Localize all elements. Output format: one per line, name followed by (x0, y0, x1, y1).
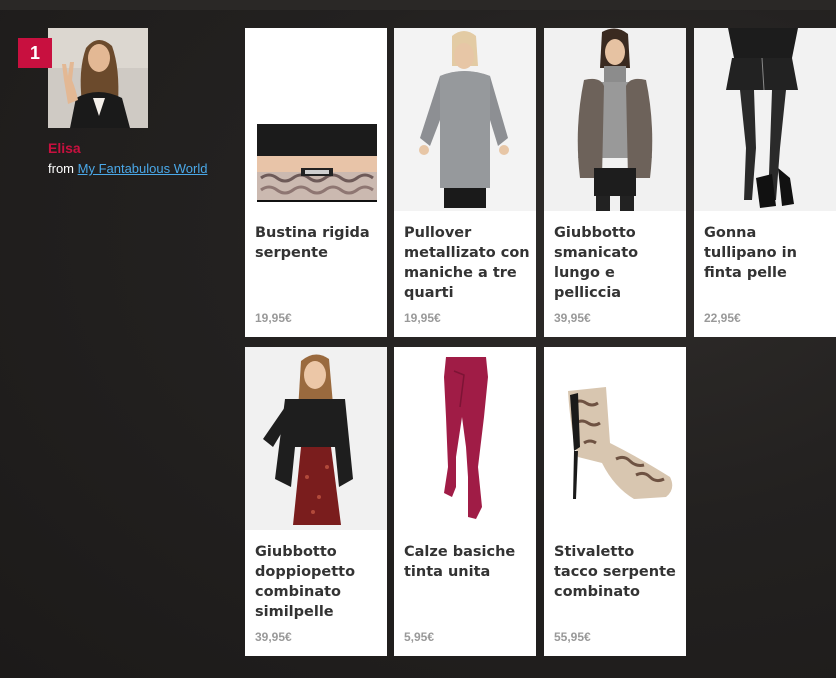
snake-ankle-boot-image[interactable] (544, 347, 686, 530)
product-card[interactable]: Gonna tullipano in finta pelle 22,95€ (694, 28, 836, 337)
burgundy-tights-image[interactable] (394, 347, 536, 530)
product-title[interactable]: Gonna tullipano in finta pelle (704, 223, 830, 283)
product-price: 22,95€ (704, 311, 741, 325)
product-card[interactable]: Giubbotto doppiopetto combinato similpel… (245, 347, 387, 656)
product-price: 5,95€ (404, 630, 435, 644)
product-title[interactable]: Stivaletto tacco serpente combinato (554, 542, 680, 602)
from-label: from (48, 161, 74, 176)
blogger-source: from My Fantabulous World (48, 161, 207, 176)
rank-badge: 1 (18, 38, 52, 68)
snake-clutch-image[interactable] (245, 28, 387, 211)
top-stripe (0, 0, 836, 10)
product-title[interactable]: Pullover metallizato con maniche a tre q… (404, 223, 530, 303)
leather-jacket-image[interactable] (245, 347, 387, 530)
product-price: 19,95€ (404, 311, 441, 325)
product-card[interactable]: Stivaletto tacco serpente combinato 55,9… (544, 347, 686, 656)
product-card[interactable]: Pullover metallizato con maniche a tre q… (394, 28, 536, 337)
product-price: 39,95€ (554, 311, 591, 325)
product-card[interactable]: Giubbotto smanicato lungo e pelliccia 39… (544, 28, 686, 337)
avatar[interactable] (48, 28, 148, 128)
product-title[interactable]: Giubbotto smanicato lungo e pelliccia (554, 223, 680, 303)
product-title[interactable]: Calze basiche tinta unita (404, 542, 530, 582)
product-price: 19,95€ (255, 311, 292, 325)
product-price: 55,95€ (554, 630, 591, 644)
product-card[interactable]: Bustina rigida serpente 19,95€ (245, 28, 387, 337)
grey-pullover-image[interactable] (394, 28, 536, 211)
product-title[interactable]: Giubbotto doppiopetto combinato similpel… (255, 542, 381, 622)
product-title[interactable]: Bustina rigida serpente (255, 223, 381, 263)
leather-skirt-image[interactable] (694, 28, 836, 211)
blogger-name[interactable]: Elisa (48, 140, 81, 156)
blog-link[interactable]: My Fantabulous World (78, 161, 208, 176)
product-price: 39,95€ (255, 630, 292, 644)
fur-vest-image[interactable] (544, 28, 686, 211)
product-card[interactable]: Calze basiche tinta unita 5,95€ (394, 347, 536, 656)
